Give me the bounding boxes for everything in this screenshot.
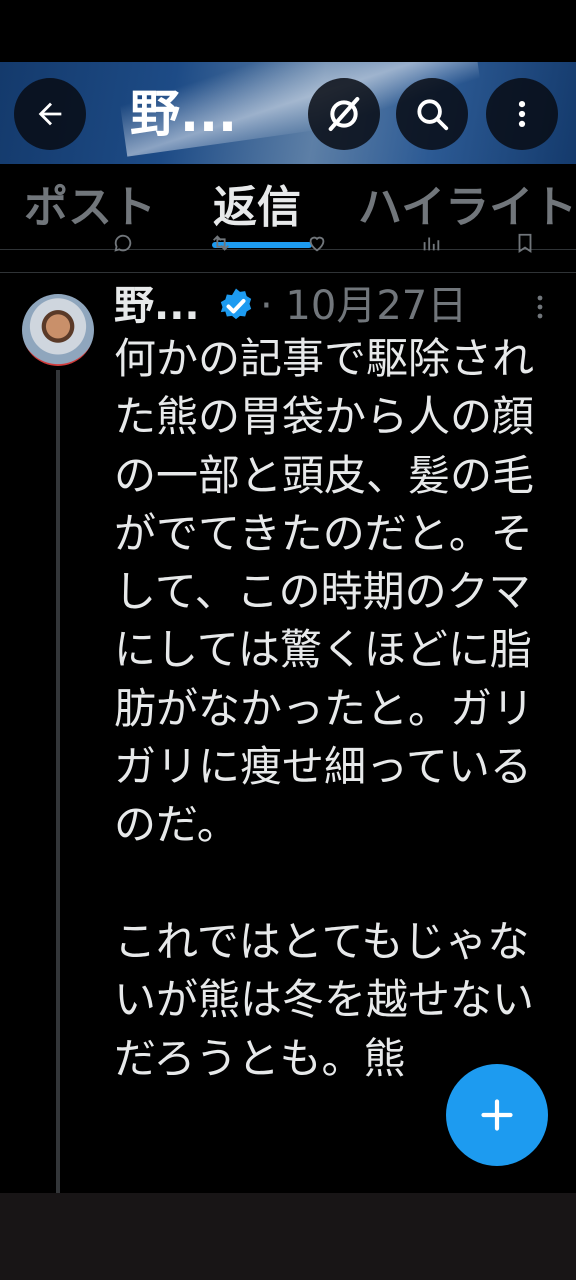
grok-slash-icon (328, 97, 360, 131)
like-icon[interactable] (306, 232, 328, 254)
tab-replies[interactable]: 返信 (213, 180, 301, 236)
post-date[interactable]: · 10月27日 (260, 278, 467, 334)
search-icon (417, 99, 449, 131)
bookmark-icon[interactable] (514, 232, 536, 254)
arrow-left-icon (38, 102, 62, 126)
search-button[interactable] (396, 78, 468, 150)
previous-post-actions (0, 232, 576, 262)
avatar[interactable] (22, 294, 94, 366)
tab-highlights[interactable]: ハイライト (358, 180, 576, 236)
status-bar (0, 0, 576, 62)
profile-screen: 野... ポスト 返信 ハイライト 野... · 10月27日 何かの記事で駆除… (0, 0, 576, 1280)
author-name[interactable]: 野... (114, 278, 200, 334)
plus-icon (481, 1099, 513, 1131)
profile-header: 野... (0, 62, 576, 164)
verified-badge-icon (220, 288, 252, 320)
compose-post-button[interactable] (446, 1064, 548, 1166)
post-text: 何かの記事で駆除された熊の胃袋から人の顔の一部と頭皮、髪の毛がでてきたのだと。そ… (114, 334, 535, 1083)
post-divider (0, 272, 576, 273)
repost-icon[interactable] (210, 232, 232, 254)
system-navigation-bar (0, 1193, 576, 1280)
more-vertical-icon (518, 100, 526, 128)
header-title: 野... (130, 85, 237, 143)
thread-line (56, 370, 60, 1200)
reply-icon[interactable] (112, 232, 134, 254)
grok-button[interactable] (308, 78, 380, 150)
tab-posts[interactable]: ポスト (24, 180, 156, 236)
post-more-icon[interactable] (530, 292, 550, 322)
views-icon[interactable] (420, 232, 442, 254)
more-options-button[interactable] (486, 78, 558, 150)
back-button[interactable] (14, 78, 86, 150)
